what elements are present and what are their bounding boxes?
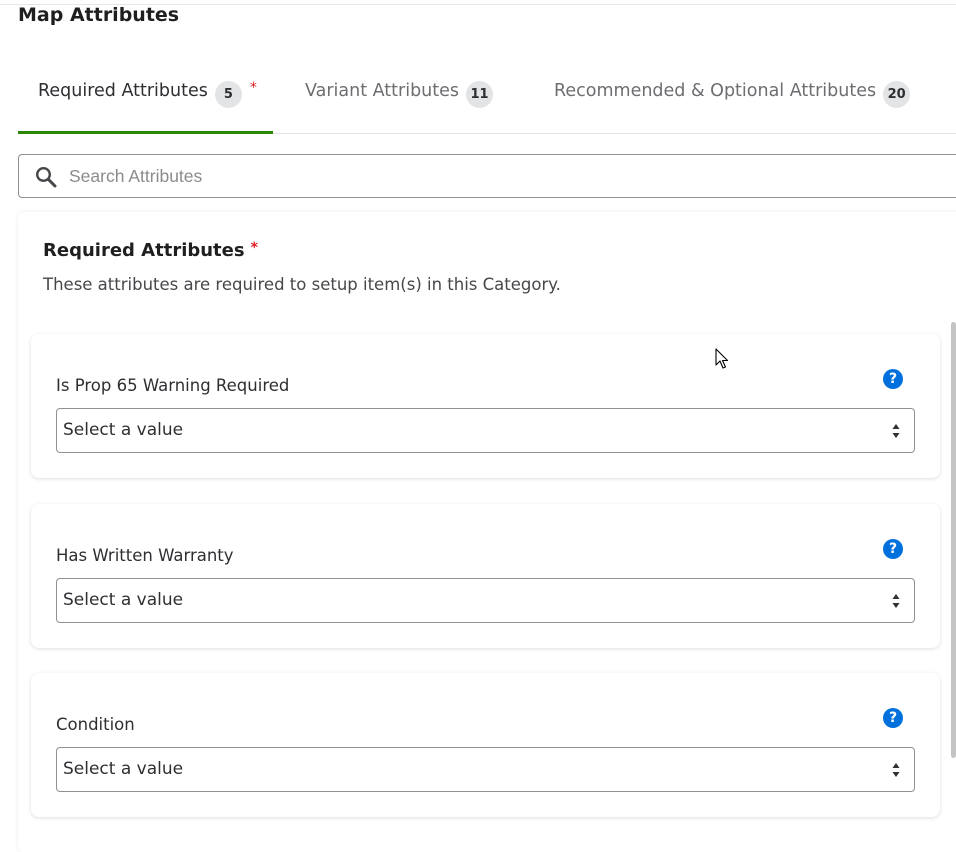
section-title-text: Required Attributes [43,240,245,261]
search-icon [35,166,57,188]
help-icon[interactable]: ? [883,708,903,728]
mouse-cursor-icon [715,348,729,369]
updown-arrows-icon [892,424,900,438]
tab-recommended-optional-attributes[interactable]: Recommended & Optional Attributes 20 [554,70,934,132]
tab-label: Recommended & Optional Attributes [554,81,877,101]
section-title: Required Attributes * [43,240,258,261]
required-asterisk: * [250,240,258,256]
attribute-card: Has Written Warranty ? Select a value [31,504,940,648]
value-select[interactable]: Select a value [56,747,915,792]
updown-arrows-icon [892,763,900,777]
help-icon[interactable]: ? [883,539,903,559]
tab-label: Variant Attributes [305,81,460,101]
section-description: These attributes are required to setup i… [43,275,561,294]
select-value: Select a value [63,420,184,440]
active-tab-indicator [18,131,273,134]
attribute-card: Is Prop 65 Warning Required ? Select a v… [31,334,940,478]
value-select[interactable]: Select a value [56,408,915,453]
field-label: Is Prop 65 Warning Required [56,376,290,395]
select-value: Select a value [63,590,184,610]
help-icon[interactable]: ? [883,369,903,389]
field-label: Has Written Warranty [56,546,234,565]
scrollbar[interactable] [951,322,956,758]
count-badge: 5 [214,81,242,108]
search-input[interactable] [69,155,949,197]
tab-variant-attributes[interactable]: Variant Attributes 11 [305,70,505,132]
field-label: Condition [56,715,135,734]
attribute-tabs: Required Attributes 5 * Variant Attribut… [18,70,956,134]
count-badge: 20 [883,81,911,108]
count-badge: 11 [466,81,494,108]
tab-required-attributes[interactable]: Required Attributes 5 * [38,70,273,132]
page-title: Map Attributes [18,4,180,26]
attribute-card: Condition ? Select a value [31,673,940,817]
select-value: Select a value [63,759,184,779]
updown-arrows-icon [892,594,900,608]
tab-label: Required Attributes [38,81,208,101]
value-select[interactable]: Select a value [56,578,915,623]
required-asterisk: * [249,80,257,96]
search-box [18,154,956,198]
